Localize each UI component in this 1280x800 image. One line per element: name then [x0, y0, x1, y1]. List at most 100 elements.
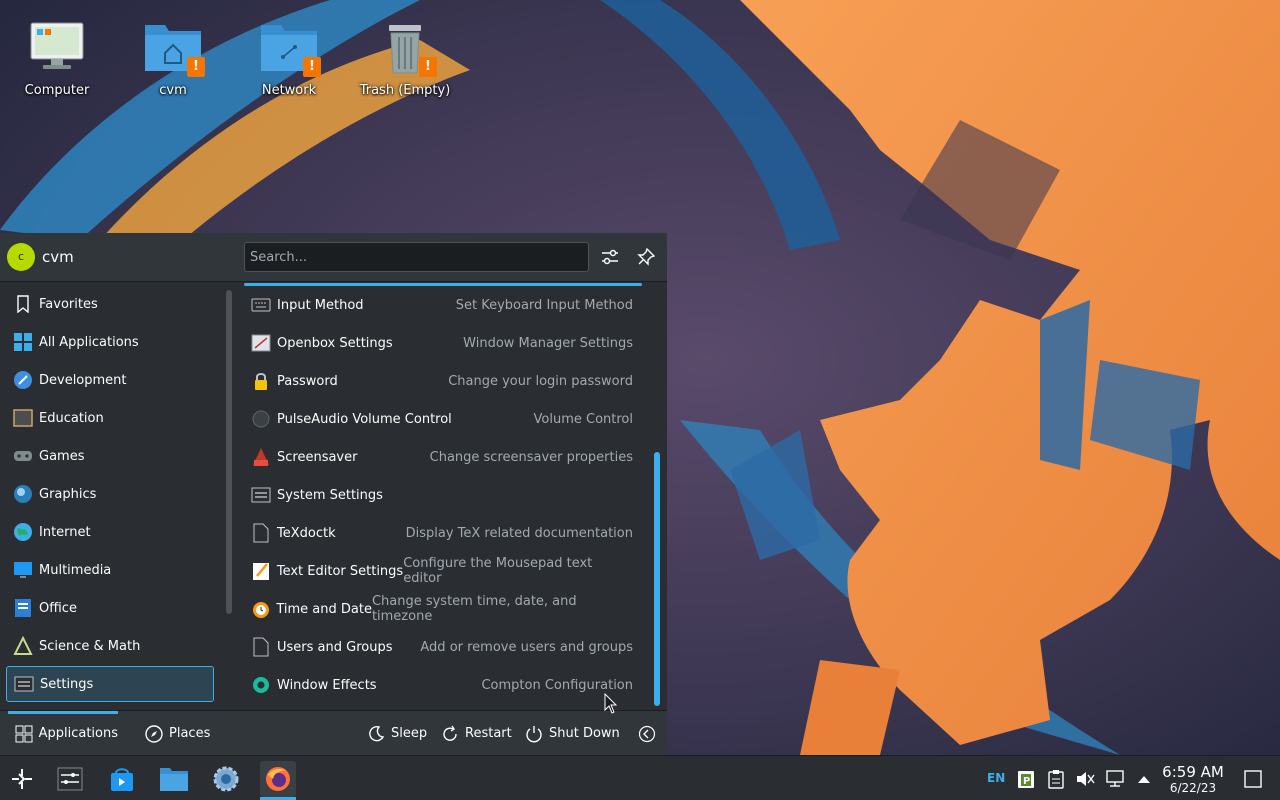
network-folder-icon: ! — [257, 15, 321, 79]
desktop-icon-label: Network — [261, 83, 317, 98]
list-item[interactable]: TeXdoctk Display TeX related documentati… — [244, 515, 644, 551]
sidebar-item-education[interactable]: Education — [6, 400, 214, 436]
list-item[interactable]: Text Editor Settings Configure the Mouse… — [244, 553, 644, 589]
sidebar-item-all-applications[interactable]: All Applications — [6, 324, 214, 360]
list-item[interactable]: Screensaver Change screensaver propertie… — [244, 439, 644, 475]
screensaver-icon — [250, 446, 272, 468]
desktop-icon-label: Computer — [24, 83, 90, 98]
app-launcher-button[interactable] — [4, 761, 40, 797]
sidebar-item-label: Education — [39, 410, 104, 426]
sidebar-item-label: Multimedia — [39, 562, 112, 578]
restart-button[interactable]: Restart — [440, 711, 512, 756]
sidebar-scrollbar[interactable] — [226, 290, 232, 614]
digital-clock[interactable]: 6:59 AM 6/22/23 — [1158, 763, 1228, 795]
app-description: Volume Control — [533, 411, 633, 427]
tray-clipboard[interactable] — [1045, 768, 1067, 790]
chevron-up-icon — [1138, 776, 1150, 783]
taskbar-firefox[interactable] — [260, 761, 296, 797]
folder-icon — [160, 768, 188, 791]
avatar[interactable]: c — [7, 243, 35, 271]
sidebar-item-development[interactable]: Development — [6, 362, 214, 398]
desktop-icon-label: Trash (Empty) — [359, 83, 451, 98]
document-icon — [250, 522, 272, 544]
taskbar-discover[interactable] — [104, 761, 140, 797]
desktop-icon-trash[interactable]: ! Trash (Empty) — [355, 5, 455, 98]
sidebar-item-label: Games — [39, 448, 85, 464]
app-description: Change your login password — [448, 373, 633, 389]
svg-text:P: P — [1023, 776, 1030, 787]
list-item[interactable]: Input Method Set Keyboard Input Method — [244, 287, 644, 323]
sidebar-item-label: Science & Math — [39, 638, 141, 654]
list-item[interactable]: Window Effects Compton Configuration — [244, 667, 644, 703]
tab-applications[interactable]: Applications — [8, 711, 118, 756]
sidebar-item-games[interactable]: Games — [6, 438, 214, 474]
sidebar-item-office[interactable]: Office — [6, 590, 214, 626]
sidebar-item-label: Settings — [40, 676, 94, 692]
application-launcher: c cvm Favorites All Applications — [0, 233, 667, 755]
taskbar-file-manager[interactable] — [156, 761, 192, 797]
more-power-options-button[interactable] — [637, 711, 662, 756]
gear-icon — [213, 766, 239, 792]
tab-places[interactable]: Places — [144, 711, 210, 756]
warning-badge-icon: ! — [303, 57, 321, 77]
grid-icon — [12, 331, 34, 353]
globe-icon — [12, 521, 34, 543]
shutdown-button[interactable]: Shut Down — [524, 711, 620, 756]
shutdown-label: Shut Down — [549, 726, 620, 741]
keyboard-layout-indicator[interactable]: EN — [987, 771, 1005, 785]
system-settings-icon — [250, 484, 272, 506]
tray-volume[interactable] — [1074, 768, 1096, 790]
sidebar-item-label: Office — [39, 600, 77, 616]
list-item[interactable]: System Settings — [244, 477, 644, 513]
tray-expand-button[interactable] — [1133, 768, 1155, 790]
mouse-cursor-icon — [604, 693, 618, 714]
development-icon — [12, 369, 34, 391]
tray-clipboard-manager[interactable]: P — [1015, 768, 1037, 790]
app-name: TeXdoctk — [277, 525, 336, 541]
sidebar-item-settings[interactable]: Settings — [6, 666, 214, 702]
firefox-icon — [266, 767, 290, 791]
text-editor-icon — [250, 560, 272, 582]
category-sidebar: Favorites All Applications Development E… — [0, 283, 222, 710]
sidebar-item-science-math[interactable]: Science & Math — [6, 628, 214, 664]
warning-badge-icon: ! — [187, 57, 205, 77]
taskbar-settings-manager[interactable] — [208, 761, 244, 797]
list-item[interactable]: Users and Groups Add or remove users and… — [244, 629, 644, 665]
sleep-button[interactable]: Sleep — [366, 711, 427, 756]
pin-button[interactable] — [634, 245, 658, 269]
sidebar-item-graphics[interactable]: Graphics — [6, 476, 214, 512]
application-list: Input Method Set Keyboard Input Method O… — [244, 283, 644, 710]
sleep-icon — [366, 724, 386, 744]
app-list-scrollbar[interactable] — [654, 452, 660, 706]
sidebar-item-multimedia[interactable]: Multimedia — [6, 552, 214, 588]
openbox-icon — [250, 332, 272, 354]
graphics-icon — [12, 483, 34, 505]
app-name: Text Editor Settings — [276, 563, 404, 579]
taskbar-system-settings[interactable] — [52, 761, 88, 797]
speaker-icon — [250, 408, 272, 430]
sidebar-item-internet[interactable]: Internet — [6, 514, 214, 550]
tray-network[interactable] — [1105, 768, 1127, 790]
show-desktop-button[interactable] — [1242, 768, 1264, 790]
list-item[interactable]: Password Change your login password — [244, 363, 644, 399]
app-description: Display TeX related documentation — [405, 525, 633, 541]
gear-icon — [250, 674, 272, 696]
sidebar-item-label: Development — [39, 372, 127, 388]
desktop-icon-computer[interactable]: Computer — [7, 5, 107, 98]
list-item[interactable]: PulseAudio Volume Control Volume Control — [244, 401, 644, 437]
clipboard-icon — [1048, 770, 1064, 789]
search-input[interactable] — [244, 242, 589, 272]
configure-button[interactable] — [598, 245, 622, 269]
compass-icon — [144, 724, 164, 744]
office-icon — [12, 597, 34, 619]
app-name: Screensaver — [277, 449, 358, 465]
keyboard-icon — [250, 294, 272, 316]
chevron-left-icon — [637, 724, 657, 744]
sleep-label: Sleep — [391, 726, 428, 741]
list-item[interactable]: Time and Date Change system time, date, … — [244, 591, 644, 627]
sidebar-item-favorites[interactable]: Favorites — [6, 286, 214, 322]
gamepad-icon — [12, 445, 34, 467]
list-item[interactable]: Openbox Settings Window Manager Settings — [244, 325, 644, 361]
desktop-icon-network[interactable]: ! Network — [239, 5, 339, 98]
desktop-icon-cvm[interactable]: ! cvm — [123, 5, 223, 98]
